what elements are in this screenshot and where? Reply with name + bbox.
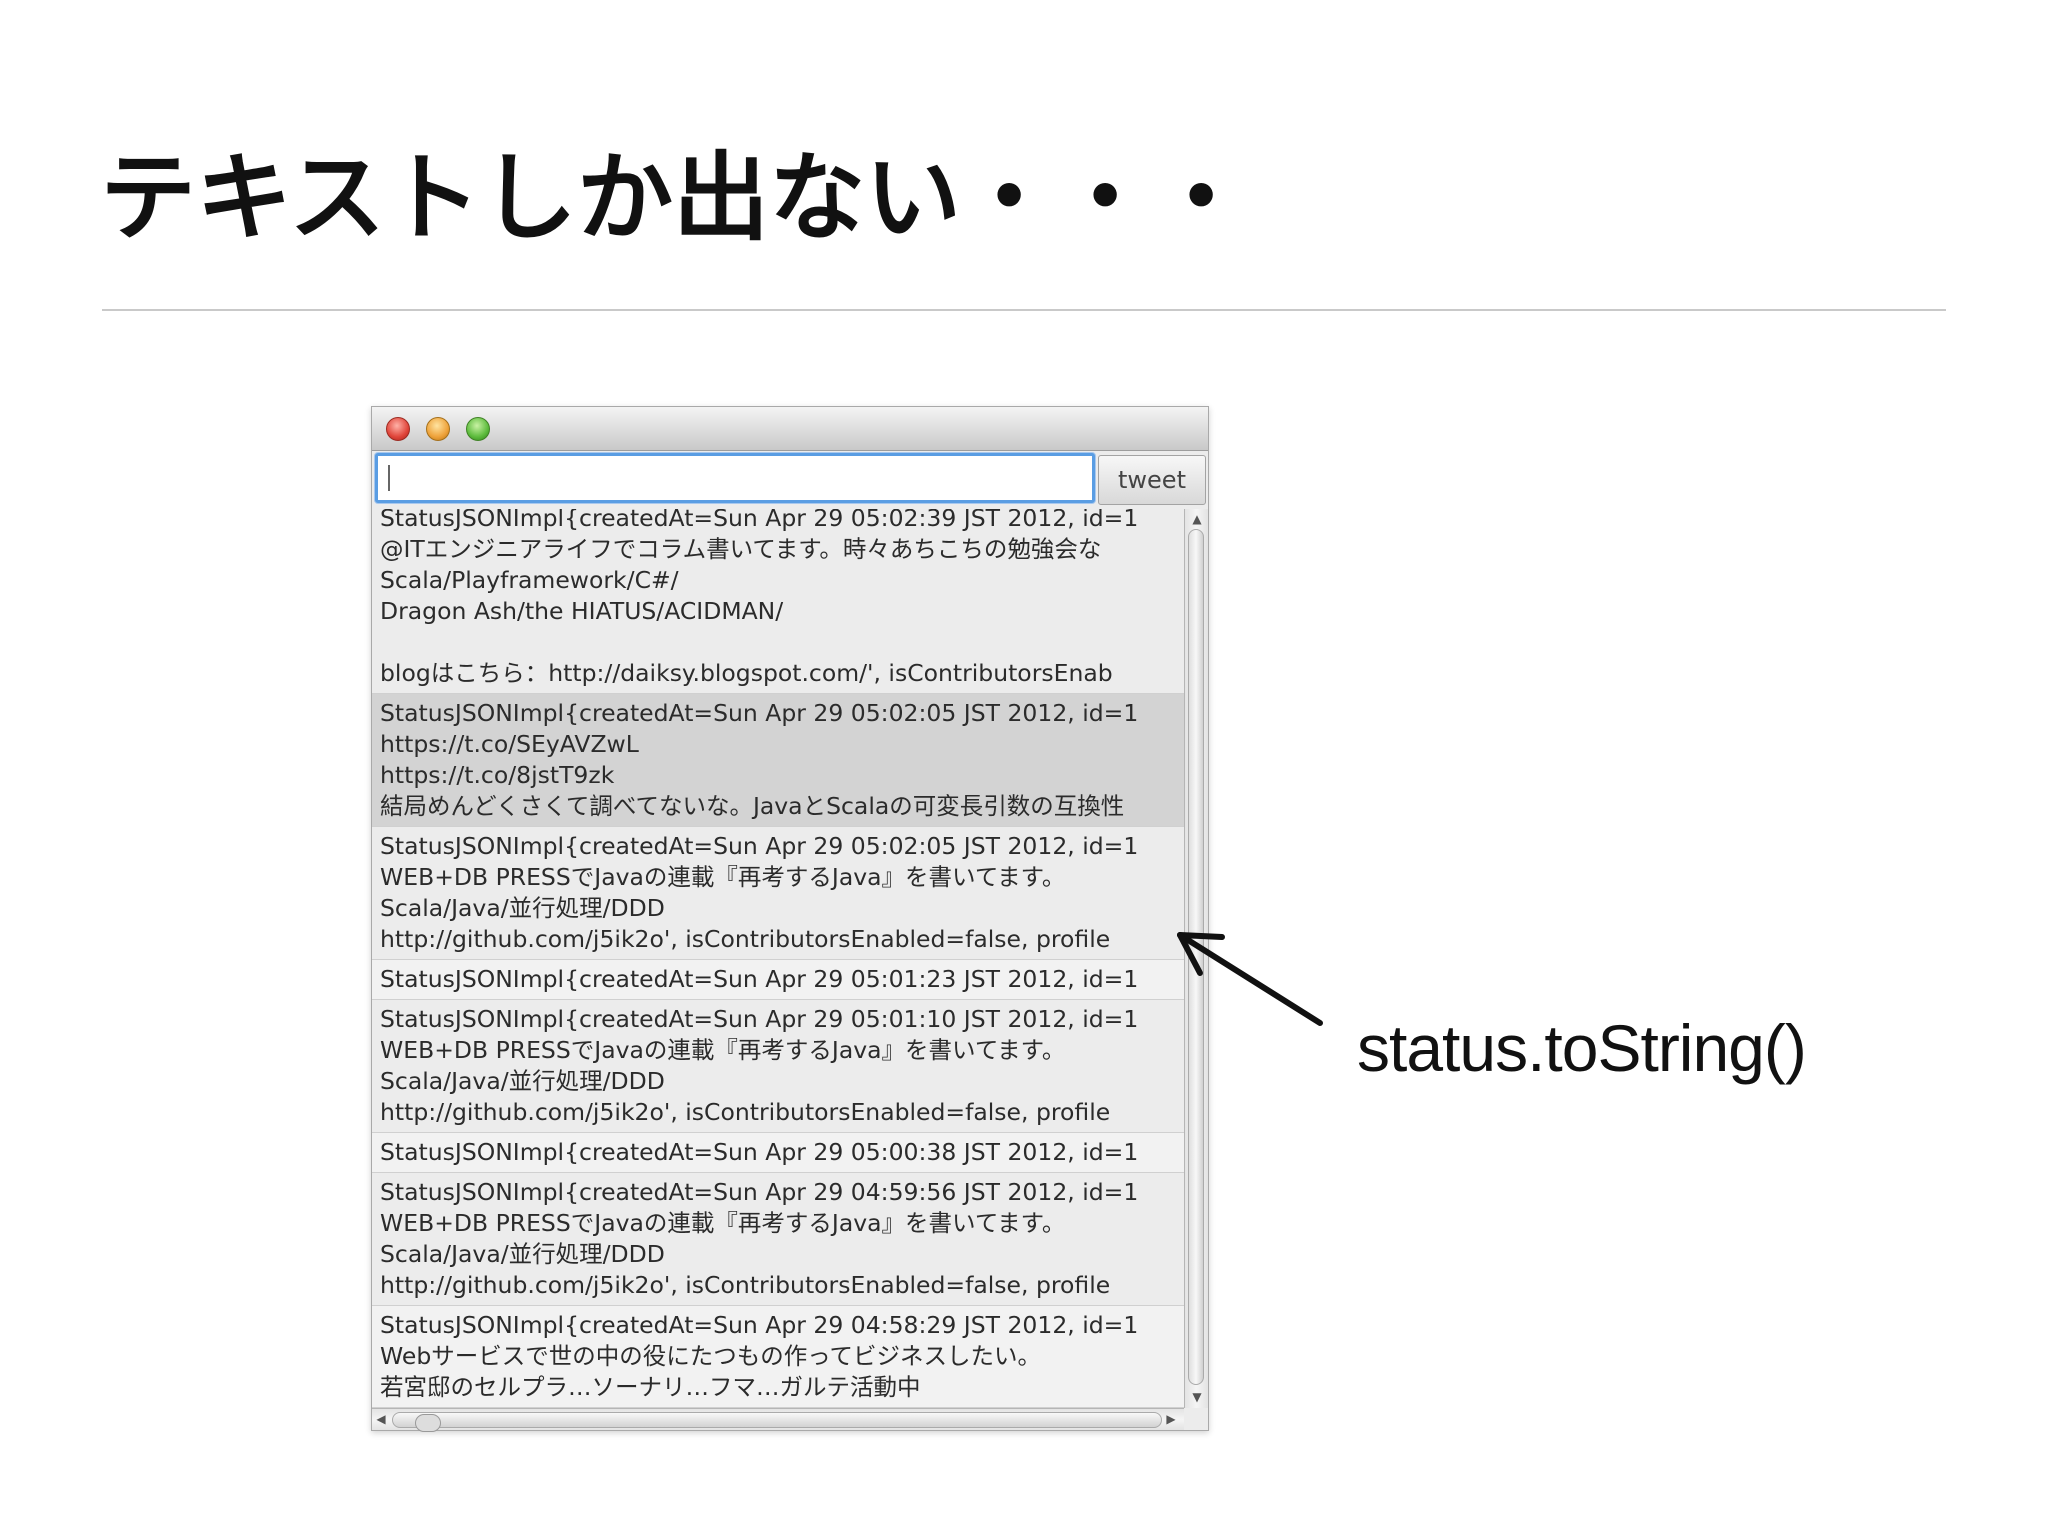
window-titlebar[interactable] [372,407,1208,451]
list-item[interactable]: StatusJSONImpl{createdAt=Sun Apr 29 04:5… [372,1306,1184,1408]
status-text-line: http://github.com/j5ik2o', isContributor… [380,925,1111,953]
status-text-line [380,627,1184,658]
status-text-line: @ITエンジニアライフでコラム書いてます。時々あちこちの勉強会な [380,535,1102,563]
tweet-text-input[interactable] [375,453,1095,503]
status-text-line: WEB+DB PRESSでJavaの連載『再考するJava』を書いてます。 [380,863,1066,891]
status-text-line: StatusJSONImpl{createdAt=Sun Apr 29 04:5… [380,1311,1139,1339]
horizontal-scroll-thumb[interactable] [392,1412,1162,1432]
list-item[interactable]: StatusJSONImpl{createdAt=Sun Apr 29 05:0… [372,509,1184,694]
list-item[interactable]: StatusJSONImpl{createdAt=Sun Apr 29 05:0… [372,1133,1184,1173]
status-text-line: Scala/Playframework/C#/ [380,566,679,594]
horizontal-scroll-knob[interactable] [415,1414,441,1432]
list-item[interactable]: StatusJSONImpl{createdAt=Sun Apr 29 05:0… [372,827,1184,960]
status-text-line: StatusJSONImpl{createdAt=Sun Apr 29 04:5… [380,1178,1139,1206]
list-item[interactable]: StatusJSONImpl{createdAt=Sun Apr 29 05:0… [372,694,1184,827]
status-text-line: Scala/Java/並行処理/DDD [380,1240,665,1268]
status-list-content: StatusJSONImpl{createdAt=Sun Apr 29 05:0… [372,509,1184,1408]
status-text-line: Dragon Ash/the HIATUS/ACIDMAN/ [380,597,784,625]
status-text-line: https://t.co/SEyAVZwL [380,730,639,758]
status-text-line: Scala/Java/並行処理/DDD [380,1067,665,1095]
minimize-light-icon[interactable] [426,417,450,441]
tweet-button[interactable]: tweet [1098,455,1206,505]
status-text-line: WEB+DB PRESSでJavaの連載『再考するJava』を書いてます。 [380,1209,1066,1237]
triangle-down-icon[interactable]: ▼ [1185,1391,1209,1403]
app-window: tweet StatusJSONImpl{createdAt=Sun Apr 2… [371,406,1209,1432]
horizontal-scrollbar[interactable]: ◀ ▶ [372,1408,1184,1432]
status-text-line: https://t.co/8jstT9zk [380,761,615,789]
status-text-line: blogはこちら：http://daiksy.blogspot.com/', i… [380,659,1113,687]
zoom-light-icon[interactable] [466,417,490,441]
status-text-line: StatusJSONImpl{createdAt=Sun Apr 29 05:0… [380,1005,1139,1033]
status-text-line: StatusJSONImpl{createdAt=Sun Apr 29 05:0… [380,509,1139,532]
triangle-right-icon[interactable]: ▶ [1162,1413,1180,1425]
status-text-line: Webサービスで世の中の役にたつもの作ってビジネスしたい。 [380,1342,1042,1370]
status-text-line: StatusJSONImpl{createdAt=Sun Apr 29 05:0… [380,1138,1139,1166]
close-light-icon[interactable] [386,417,410,441]
triangle-up-icon[interactable]: ▲ [1185,513,1209,525]
status-text-line: 若宮邸のセルプラ…ソーナリ…フマ…ガルテ活動中 [380,1373,921,1401]
status-text-line: Scala/Java/並行処理/DDD [380,894,665,922]
status-text-line: StatusJSONImpl{createdAt=Sun Apr 29 05:0… [380,699,1139,727]
list-item[interactable]: StatusJSONImpl{createdAt=Sun Apr 29 05:0… [372,960,1184,1000]
status-text-line: 結局めんどくさくて調べてないな。JavaとScalaの可変長引数の互換性 [380,792,1125,820]
status-text-line: StatusJSONImpl{createdAt=Sun Apr 29 05:0… [380,965,1139,993]
list-item[interactable]: StatusJSONImpl{createdAt=Sun Apr 29 04:5… [372,1173,1184,1306]
hand-drawn-arrow-icon [1177,932,1323,1026]
status-list[interactable]: StatusJSONImpl{createdAt=Sun Apr 29 05:0… [372,509,1184,1408]
list-item[interactable]: StatusJSONImpl{createdAt=Sun Apr 29 05:0… [372,1000,1184,1133]
status-text-line: http://github.com/j5ik2o', isContributor… [380,1098,1111,1126]
status-text-line: StatusJSONImpl{createdAt=Sun Apr 29 05:0… [380,832,1139,860]
triangle-left-icon[interactable]: ◀ [372,1413,390,1425]
text-caret [388,465,390,491]
status-text-line: http://github.com/j5ik2o', isContributor… [380,1271,1111,1299]
title-divider [102,309,1946,311]
status-text-line: WEB+DB PRESSでJavaの連載『再考するJava』を書いてます。 [380,1036,1066,1064]
annotation-label: status.toString() [1357,1011,1807,1085]
slide-title: テキストしか出ない・・・ [100,142,1250,254]
